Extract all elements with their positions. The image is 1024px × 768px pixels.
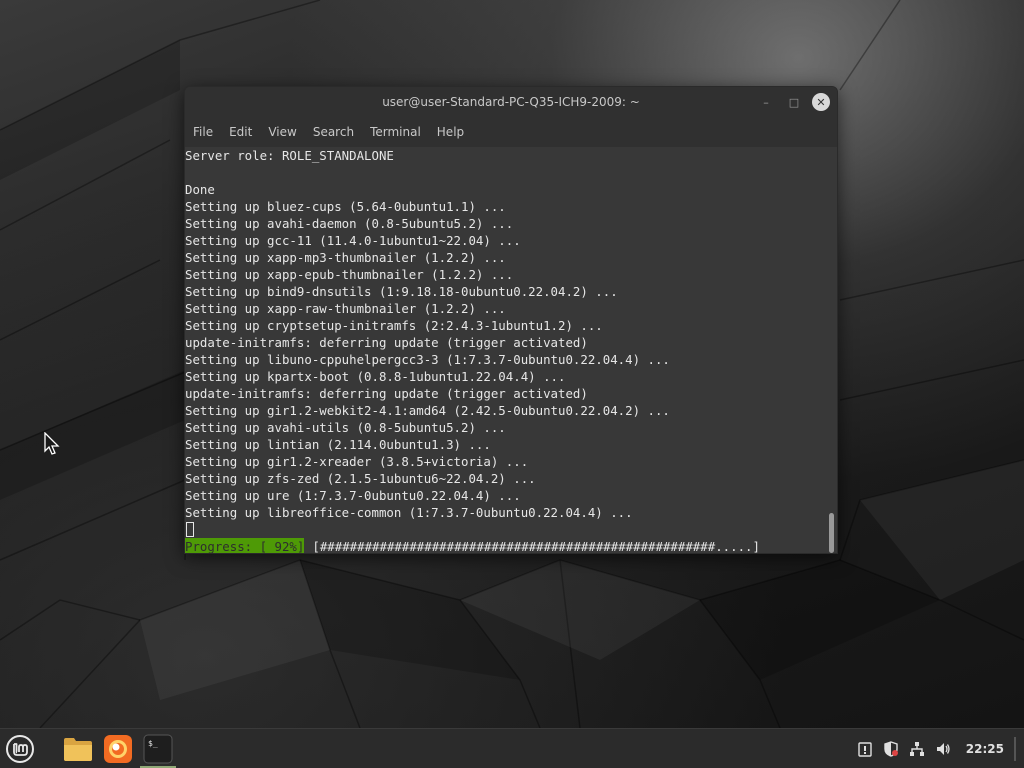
notes-icon[interactable] (856, 740, 874, 758)
progress-bar: [#######################################… (312, 539, 760, 554)
mouse-cursor-icon (44, 431, 62, 460)
menu-view[interactable]: View (268, 125, 296, 139)
terminal-line: Setting up cryptsetup-initramfs (2:2.4.3… (185, 318, 603, 333)
terminal-line: update-initramfs: deferring update (trig… (185, 386, 588, 401)
minimize-button[interactable]: – (757, 93, 775, 111)
title-bar[interactable]: user@user-Standard-PC-Q35-ICH9-2009: ~ –… (185, 87, 837, 117)
menu-terminal[interactable]: Terminal (370, 125, 421, 139)
prompt-line (185, 521, 829, 538)
show-desktop-button[interactable] (1014, 737, 1016, 761)
terminal-output[interactable]: Server role: ROLE_STANDALONE Done Settin… (185, 147, 829, 554)
terminal-line: Setting up ure (1:7.3.7-0ubuntu0.22.04.4… (185, 488, 521, 503)
scrollbar[interactable] (829, 513, 834, 553)
menu-search[interactable]: Search (313, 125, 354, 139)
shield-update-icon[interactable] (882, 740, 900, 758)
terminal-line: Setting up avahi-utils (0.8-5ubuntu5.2) … (185, 420, 506, 435)
terminal-line: Setting up libreoffice-common (1:7.3.7-0… (185, 505, 633, 520)
clock[interactable]: 22:25 (966, 742, 1004, 756)
system-tray: 22:25 (856, 729, 1016, 768)
svg-text:$_: $_ (148, 739, 158, 748)
menu-help[interactable]: Help (437, 125, 464, 139)
progress-line: Progress: [ 92%] [######################… (185, 538, 829, 554)
volume-icon[interactable] (934, 740, 952, 758)
terminal-line: Server role: ROLE_STANDALONE (185, 148, 394, 163)
terminal-line: Setting up bluez-cups (5.64-0ubuntu1.1) … (185, 199, 506, 214)
terminal-line: Setting up bind9-dnsutils (1:9.18.18-0ub… (185, 284, 618, 299)
terminal-line: Setting up gir1.2-xreader (3.8.5+victori… (185, 454, 529, 469)
maximize-button[interactable]: □ (785, 93, 803, 111)
menu-file[interactable]: File (193, 125, 213, 139)
firefox-icon[interactable] (102, 733, 134, 765)
terminal-line: Setting up libuno-cppuhelpergcc3-3 (1:7.… (185, 352, 670, 367)
text-cursor (186, 522, 194, 537)
terminal-line: Setting up lintian (2.114.0ubuntu1.3) ..… (185, 437, 491, 452)
terminal-line: Setting up avahi-daemon (0.8-5ubuntu5.2)… (185, 216, 514, 231)
close-button[interactable]: ✕ (812, 93, 830, 111)
terminal-line: Setting up xapp-mp3-thumbnailer (1.2.2) … (185, 250, 506, 265)
folder-icon[interactable] (62, 733, 94, 765)
linux-mint-logo-icon[interactable] (4, 733, 36, 765)
terminal-line: update-initramfs: deferring update (trig… (185, 335, 588, 350)
terminal-line: Setting up gir1.2-webkit2-4.1:amd64 (2.4… (185, 403, 670, 418)
menu-edit[interactable]: Edit (229, 125, 252, 139)
network-icon[interactable] (908, 740, 926, 758)
window-title: user@user-Standard-PC-Q35-ICH9-2009: ~ (382, 95, 640, 109)
terminal-icon[interactable]: $_ (142, 733, 174, 765)
progress-label: Progress: [ 92%] (185, 538, 305, 554)
terminal-window[interactable]: user@user-Standard-PC-Q35-ICH9-2009: ~ –… (184, 86, 838, 554)
taskbar: $_ 22:25 (0, 728, 1024, 768)
terminal-line: Done (185, 182, 215, 197)
menu-bar: File Edit View Search Terminal Help (185, 117, 837, 147)
terminal-line: Setting up xapp-raw-thumbnailer (1.2.2) … (185, 301, 506, 316)
terminal-line: Setting up xapp-epub-thumbnailer (1.2.2)… (185, 267, 514, 282)
terminal-line: Setting up gcc-11 (11.4.0-1ubuntu1~22.04… (185, 233, 521, 248)
terminal-line: Setting up kpartx-boot (0.8.8-1ubuntu1.2… (185, 369, 566, 384)
terminal-line: Setting up zfs-zed (2.1.5-1ubuntu6~22.04… (185, 471, 536, 486)
